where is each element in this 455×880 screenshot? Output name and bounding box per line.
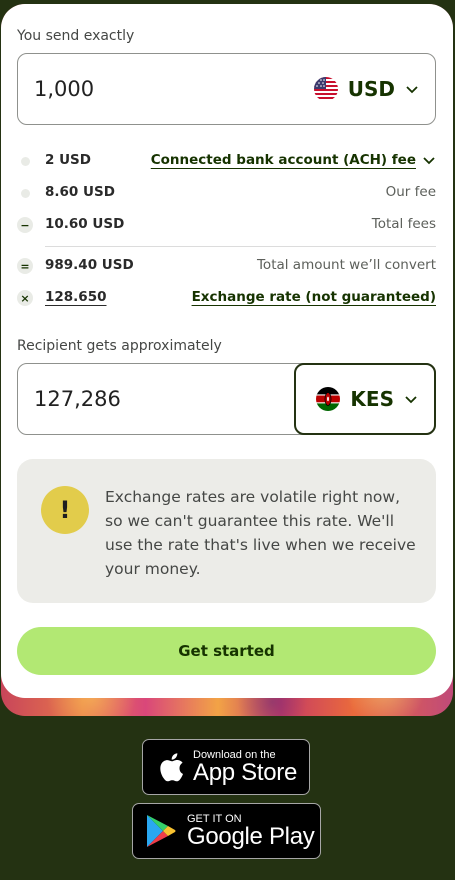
payment-method-label: Connected bank account (ACH) fee	[150, 152, 416, 168]
fee-row-convert-amount: = 989.40 USD Total amount we’ll convert	[17, 255, 436, 277]
fee-label: Our fee	[385, 184, 436, 200]
google-play-big-text: Google Play	[187, 822, 315, 850]
send-label: You send exactly	[17, 28, 135, 44]
multiply-icon: ×	[17, 290, 33, 306]
receive-amount-box: KES	[17, 363, 436, 435]
minus-icon: −	[17, 217, 33, 233]
equals-icon: =	[17, 258, 33, 274]
send-currency-code: USD	[347, 77, 395, 101]
send-currency-select[interactable]: USD	[294, 54, 435, 124]
fee-row-ach: 2 USD Connected bank account (ACH) fee	[17, 150, 436, 172]
app-store-text: Download on the App Store	[193, 749, 298, 786]
app-store-big-text: App Store	[193, 758, 298, 786]
us-flag-icon	[313, 77, 338, 101]
fee-bullet	[20, 156, 30, 166]
google-play-badge[interactable]: GET IT ON Google Play	[132, 803, 321, 859]
receive-currency-code: KES	[350, 387, 394, 411]
fee-bullet	[20, 188, 30, 198]
get-started-button[interactable]: Get started	[17, 627, 436, 675]
fee-row-exchange-rate: × 128.650 Exchange rate (not guaranteed)	[17, 287, 436, 309]
receive-label: Recipient gets approximately	[17, 338, 222, 354]
payment-method-dropdown[interactable]: Connected bank account (ACH) fee	[151, 152, 436, 168]
google-play-text: GET IT ON Google Play	[187, 813, 315, 850]
send-amount-input[interactable]	[34, 74, 274, 104]
exchange-rate-value[interactable]: 128.650	[45, 289, 107, 305]
fee-label: Total fees	[371, 216, 436, 232]
fee-row-our-fee: 8.60 USD Our fee	[17, 182, 436, 204]
fee-amount: 8.60 USD	[45, 184, 115, 200]
fee-row-total-fees: − 10.60 USD Total fees	[17, 214, 436, 236]
warning-icon: !	[41, 486, 89, 534]
chevron-down-icon	[406, 86, 418, 94]
app-store-badge[interactable]: Download on the App Store	[142, 739, 310, 795]
alert-text: Exchange rates are volatile right now, s…	[105, 488, 416, 578]
chevron-down-icon	[405, 396, 417, 404]
google-play-icon	[147, 815, 176, 847]
receive-currency-select[interactable]: KES	[294, 363, 436, 435]
send-amount-box: USD	[17, 53, 436, 125]
volatility-alert: ! Exchange rates are volatile right now,…	[17, 459, 436, 603]
apple-icon	[160, 753, 183, 782]
calculator-card: You send exactly 1,000 USD 2 USD Connect…	[1, 4, 453, 698]
receive-amount-input[interactable]	[34, 384, 274, 414]
fee-amount: 2 USD	[45, 152, 91, 168]
kenya-flag-icon	[316, 387, 341, 411]
fee-amount: 10.60 USD	[45, 216, 125, 232]
chevron-down-icon	[423, 157, 435, 165]
divider	[45, 246, 436, 247]
exchange-rate-link[interactable]: Exchange rate (not guaranteed)	[192, 289, 436, 305]
fee-label: Total amount we’ll convert	[256, 257, 436, 273]
fee-amount: 989.40 USD	[45, 257, 134, 273]
